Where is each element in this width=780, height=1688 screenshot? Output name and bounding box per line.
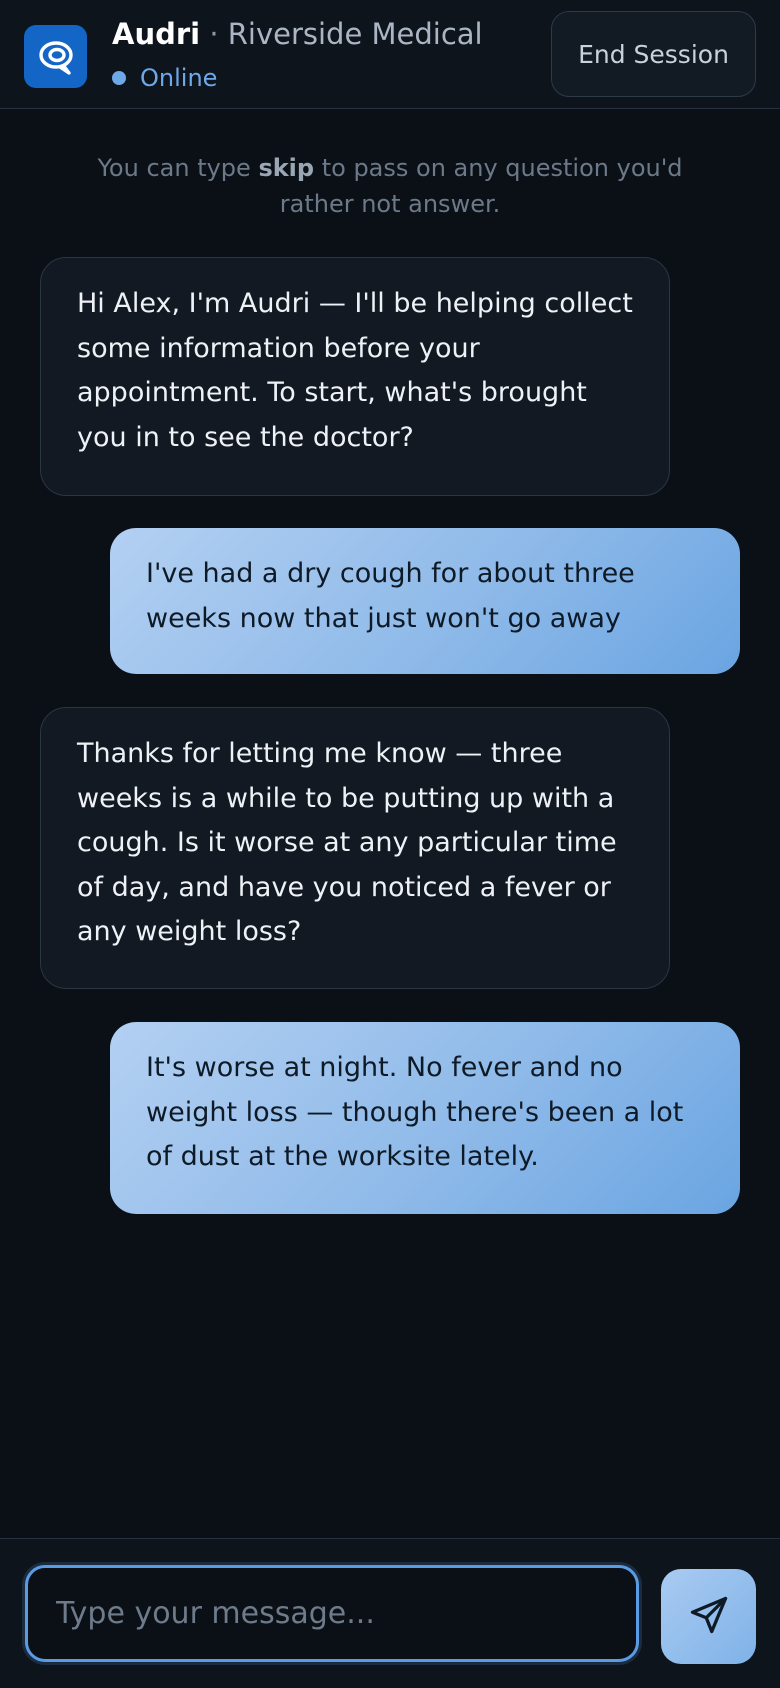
send-icon: [687, 1593, 731, 1640]
online-dot-icon: [112, 71, 126, 85]
chat-app: Audri · Riverside Medical Online End Ses…: [0, 0, 780, 1688]
message-text: I've had a dry cough for about three wee…: [146, 558, 635, 634]
message-text: Hi Alex, I'm Audri — I'll be helping col…: [77, 288, 633, 453]
message-composer: [0, 1538, 780, 1688]
end-session-button[interactable]: End Session: [551, 11, 756, 97]
assistant-message: Hi Alex, I'm Audri — I'll be helping col…: [40, 257, 670, 496]
assistant-message: Thanks for letting me know — three weeks…: [40, 707, 670, 989]
chat-header: Audri · Riverside Medical Online End Ses…: [0, 0, 780, 109]
title-separator: ·: [209, 17, 219, 51]
message-text: Thanks for letting me know — three weeks…: [77, 738, 617, 947]
assistant-name: Audri: [112, 17, 201, 51]
send-button[interactable]: [661, 1569, 756, 1664]
status-indicator: Online: [112, 64, 217, 92]
status-text: Online: [140, 64, 218, 92]
user-message: I've had a dry cough for about three wee…: [110, 528, 740, 674]
hint-keyword: skip: [258, 154, 315, 182]
chat-bubble-icon: [24, 25, 87, 88]
skip-hint: You can type skip to pass on any questio…: [80, 150, 700, 222]
message-text: It's worse at night. No fever and no wei…: [146, 1052, 684, 1172]
chat-title: Audri · Riverside Medical: [112, 16, 483, 52]
hint-text-after: to pass on any question you'd rather not…: [279, 154, 683, 218]
hint-text-before: You can type: [97, 154, 259, 182]
user-message: It's worse at night. No fever and no wei…: [110, 1022, 740, 1214]
organization-name: Riverside Medical: [227, 17, 483, 51]
message-input[interactable]: [25, 1565, 639, 1662]
